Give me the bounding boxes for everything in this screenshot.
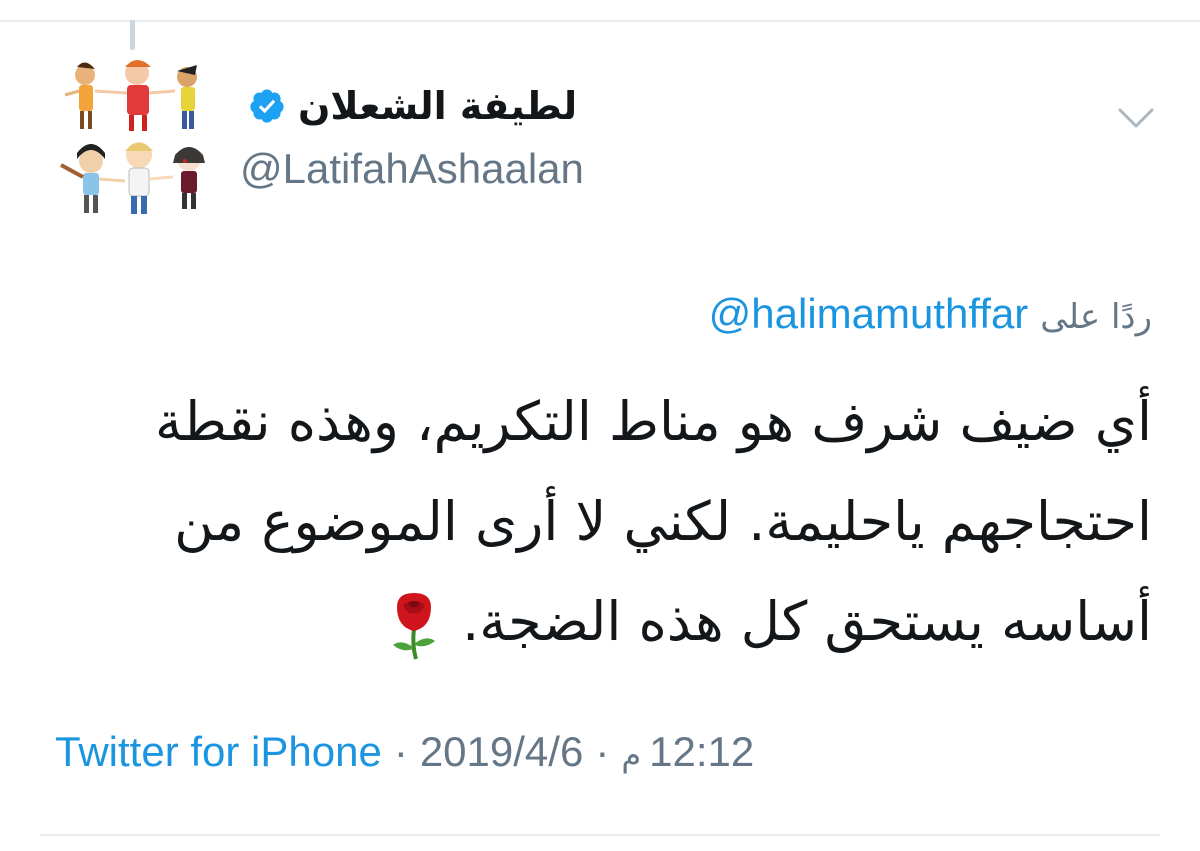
tweet-time-suffix: م [621, 736, 642, 774]
bottom-divider [40, 834, 1160, 836]
meta-separator: · [393, 728, 408, 775]
avatar-figure-5 [125, 142, 174, 214]
tweet-source-link[interactable]: Twitter for iPhone [55, 728, 382, 776]
avatar-figure-4 [60, 144, 126, 213]
verified-badge-icon [250, 89, 284, 123]
rose-emoji-icon [392, 593, 435, 660]
top-divider [0, 20, 1200, 22]
reply-prefix-label: ردًا على [1040, 297, 1152, 337]
tweet-time[interactable]: 12:12 [649, 728, 754, 776]
author-name-row: لطيفة الشعلان [240, 84, 590, 128]
reply-to-mention-link[interactable]: @halimamuthffar [709, 290, 1029, 338]
author-avatar[interactable] [55, 55, 220, 225]
meta-separator: · [595, 728, 610, 775]
tweet-body: أي ضيف شرف هو مناط التكريم، وهذه نقطة اح… [62, 372, 1152, 672]
author-display-name[interactable]: لطيفة الشعلان [298, 84, 577, 128]
tweet-date[interactable]: 2019/4/6 [420, 728, 584, 776]
avatar-figure-3 [177, 65, 197, 129]
chevron-down-icon[interactable] [1114, 100, 1158, 136]
tweet-text: أي ضيف شرف هو مناط التكريم، وهذه نقطة اح… [154, 390, 1152, 653]
avatar-figure-2 [94, 60, 176, 131]
tweet-meta: Twitter for iPhone · 2019/4/6 · م 12:12 [55, 728, 754, 776]
avatar-figure-6 [173, 147, 205, 209]
reply-context: @halimamuthffar ردًا على [709, 290, 1152, 338]
avatar-figure-1 [64, 62, 95, 129]
thread-connector-line [130, 20, 135, 50]
author-handle[interactable]: @LatifahAshaalan [240, 145, 584, 193]
